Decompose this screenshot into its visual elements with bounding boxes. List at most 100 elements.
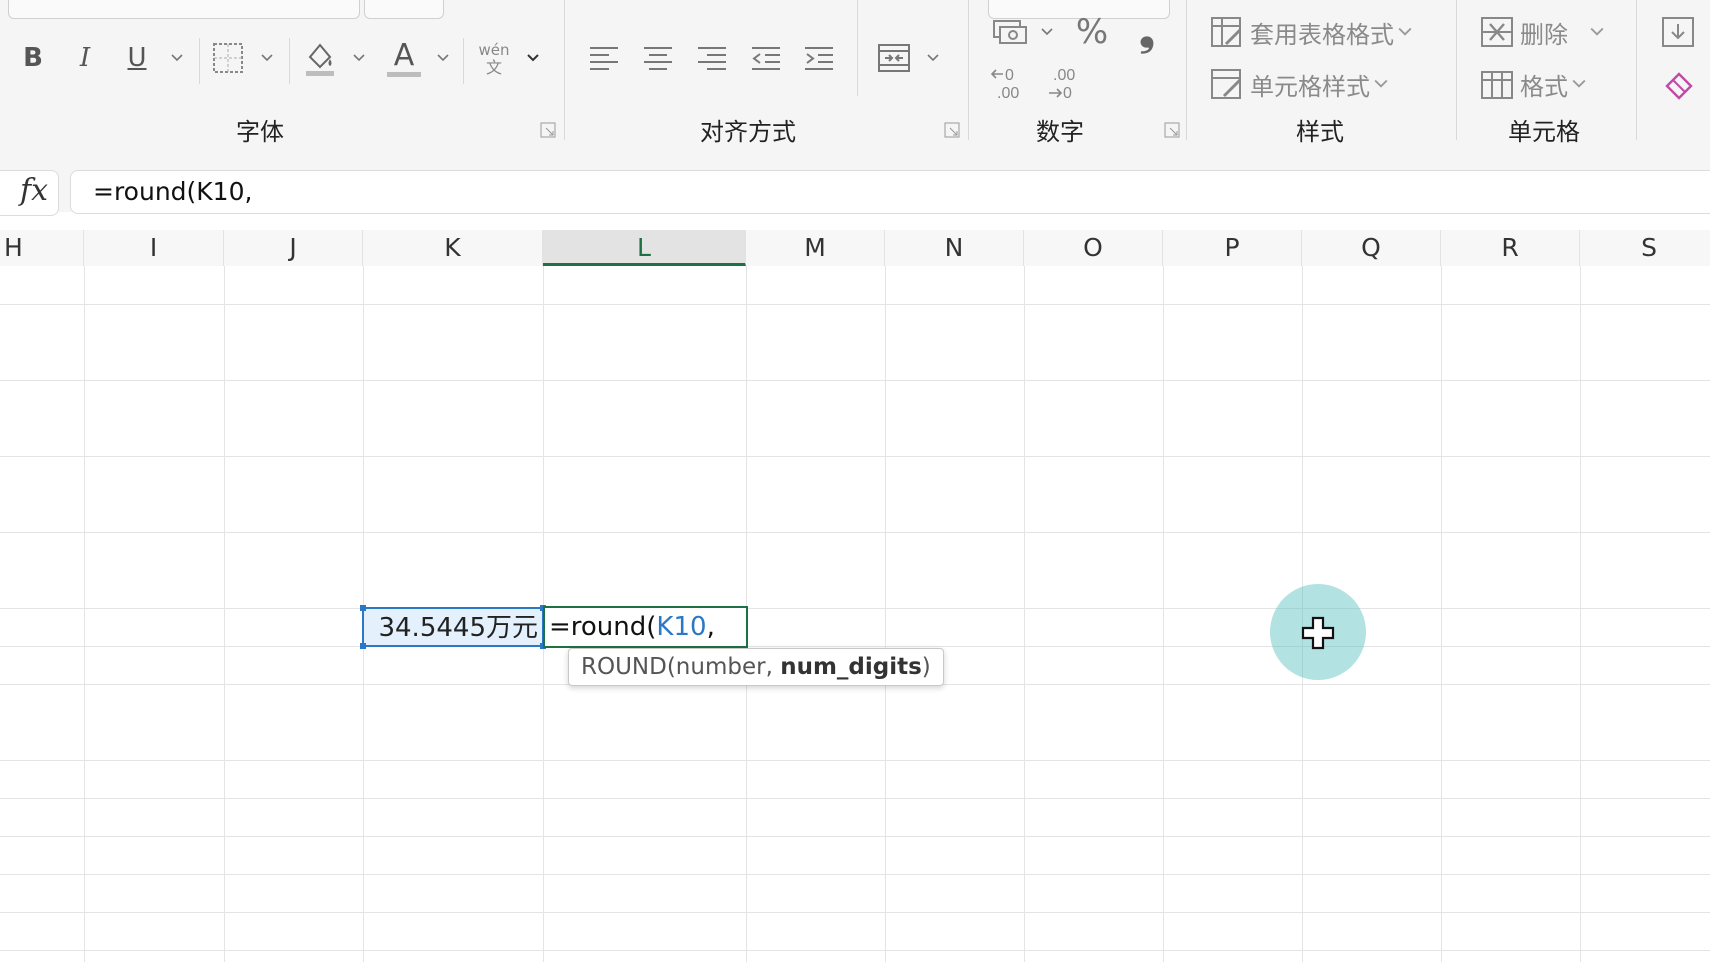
increase-decimal-icon[interactable]: 0.00 (990, 64, 1030, 104)
font-color-icon: A (393, 37, 415, 73)
align-center-icon[interactable] (642, 42, 674, 74)
italic-button[interactable]: I (70, 40, 100, 76)
cell-styles-button[interactable]: 单元格样式 (1210, 66, 1400, 102)
grid-line (0, 608, 1710, 609)
divider (289, 38, 290, 84)
decrease-indent-icon[interactable] (750, 42, 782, 74)
borders-icon[interactable] (210, 40, 246, 76)
column-header-q[interactable]: Q (1302, 230, 1441, 266)
clear-eraser-icon[interactable] (1662, 66, 1698, 102)
styles-group-label: 样式 (1296, 118, 1344, 146)
cell-k10[interactable]: 34.5445万元 (362, 607, 544, 647)
fill-color-icon[interactable] (300, 38, 340, 78)
cell-l10-editing[interactable]: =round(K10, (543, 606, 748, 648)
format-as-table-icon (1211, 17, 1242, 47)
group-divider (564, 0, 565, 140)
column-header-h[interactable]: H (0, 230, 84, 266)
font-color-dropdown-chevron-icon[interactable] (434, 46, 452, 70)
fill-down-icon[interactable] (1660, 14, 1696, 50)
grid-line (0, 646, 1710, 647)
underline-dropdown-chevron-icon[interactable] (168, 46, 186, 70)
merge-dropdown-chevron-icon[interactable] (924, 46, 942, 70)
cells-group-label: 单元格 (1508, 118, 1580, 146)
cell-styles-icon (1211, 69, 1242, 99)
grid-line (84, 266, 85, 962)
phonetic-dropdown-chevron-icon[interactable] (524, 46, 542, 70)
grid-line (0, 798, 1710, 799)
grid-line (1580, 266, 1581, 962)
column-header-k[interactable]: K (363, 230, 543, 266)
decrease-decimal-icon[interactable]: .00 0 (1044, 64, 1084, 104)
number-dialog-launcher-icon[interactable] (1164, 122, 1180, 138)
svg-text:.00: .00 (997, 85, 1019, 102)
grid-line (224, 266, 225, 962)
accounting-format-icon[interactable] (990, 14, 1030, 50)
grid-line (885, 266, 886, 962)
fill-color-dropdown-chevron-icon[interactable] (350, 46, 368, 70)
underline-button[interactable]: U (122, 40, 152, 76)
function-tooltip[interactable]: ROUND(number, num_digits) (568, 648, 944, 686)
formula-text-comma: , (706, 612, 715, 642)
comma-style-button[interactable]: ❟ (1132, 9, 1162, 55)
grid-line (0, 950, 1710, 951)
column-header-p[interactable]: P (1163, 230, 1302, 266)
column-header-l[interactable]: L (543, 230, 746, 266)
grid-line (0, 912, 1710, 913)
align-right-icon[interactable] (696, 42, 728, 74)
font-color-button[interactable]: A (384, 36, 424, 80)
grid-line (1024, 266, 1025, 962)
divider (463, 38, 464, 84)
delete-cells-button[interactable]: 删除 (1480, 14, 1612, 50)
grid-line (0, 836, 1710, 837)
ribbon: B I U A wén 文 字体 对齐方式 % ❟ 0 .00 .00 0 数字… (0, 0, 1710, 152)
column-header-o[interactable]: O (1024, 230, 1163, 266)
svg-text:0: 0 (1005, 67, 1014, 84)
insert-function-button[interactable]: fx (0, 170, 59, 216)
column-header-i[interactable]: I (84, 230, 224, 266)
divider (857, 0, 858, 96)
accounting-dropdown-chevron-icon[interactable] (1038, 22, 1056, 42)
format-cells-button[interactable]: 格式 (1480, 66, 1600, 102)
grid-line (0, 760, 1710, 761)
delete-cells-icon (1481, 17, 1513, 47)
font-dialog-launcher-icon[interactable] (540, 122, 556, 138)
font-group-label: 字体 (236, 118, 284, 146)
merge-center-icon[interactable] (876, 40, 912, 76)
group-divider (1186, 0, 1187, 140)
increase-indent-icon[interactable] (803, 42, 835, 74)
formula-text: =round( (549, 612, 657, 642)
divider (199, 38, 200, 84)
grid-line (0, 304, 1710, 305)
grid-line (1163, 266, 1164, 962)
formula-input[interactable]: =round(K10, (70, 170, 1710, 214)
font-name-box[interactable] (8, 0, 360, 19)
column-headers: H I J K L M N O P Q R S (0, 230, 1710, 267)
reference-handle[interactable] (360, 643, 366, 649)
alignment-dialog-launcher-icon[interactable] (944, 122, 960, 138)
cell-select-cursor-icon (1301, 616, 1335, 650)
bold-button[interactable]: B (18, 40, 48, 76)
group-divider (1636, 0, 1637, 140)
column-header-s[interactable]: S (1580, 230, 1710, 266)
font-color-swatch (387, 71, 421, 77)
column-header-m[interactable]: M (746, 230, 885, 266)
column-header-n[interactable]: N (885, 230, 1024, 266)
format-as-table-button[interactable]: 套用表格格式 (1210, 14, 1424, 50)
phonetic-guide-button[interactable]: wén 文 (474, 38, 514, 80)
svg-text:.00: .00 (1053, 67, 1075, 84)
spreadsheet-grid[interactable] (0, 266, 1710, 962)
reference-handle[interactable] (360, 605, 366, 611)
grid-line (0, 380, 1710, 381)
align-left-icon[interactable] (588, 42, 620, 74)
format-cells-icon (1481, 71, 1513, 99)
alignment-group-label: 对齐方式 (700, 118, 796, 146)
borders-dropdown-chevron-icon[interactable] (258, 46, 276, 70)
svg-text:0: 0 (1063, 85, 1072, 102)
percent-style-button[interactable]: % (1072, 12, 1112, 52)
group-divider (968, 0, 969, 140)
grid-line (0, 874, 1710, 875)
grid-line (1441, 266, 1442, 962)
font-size-box[interactable] (364, 0, 444, 19)
column-header-j[interactable]: J (224, 230, 363, 266)
column-header-r[interactable]: R (1441, 230, 1580, 266)
